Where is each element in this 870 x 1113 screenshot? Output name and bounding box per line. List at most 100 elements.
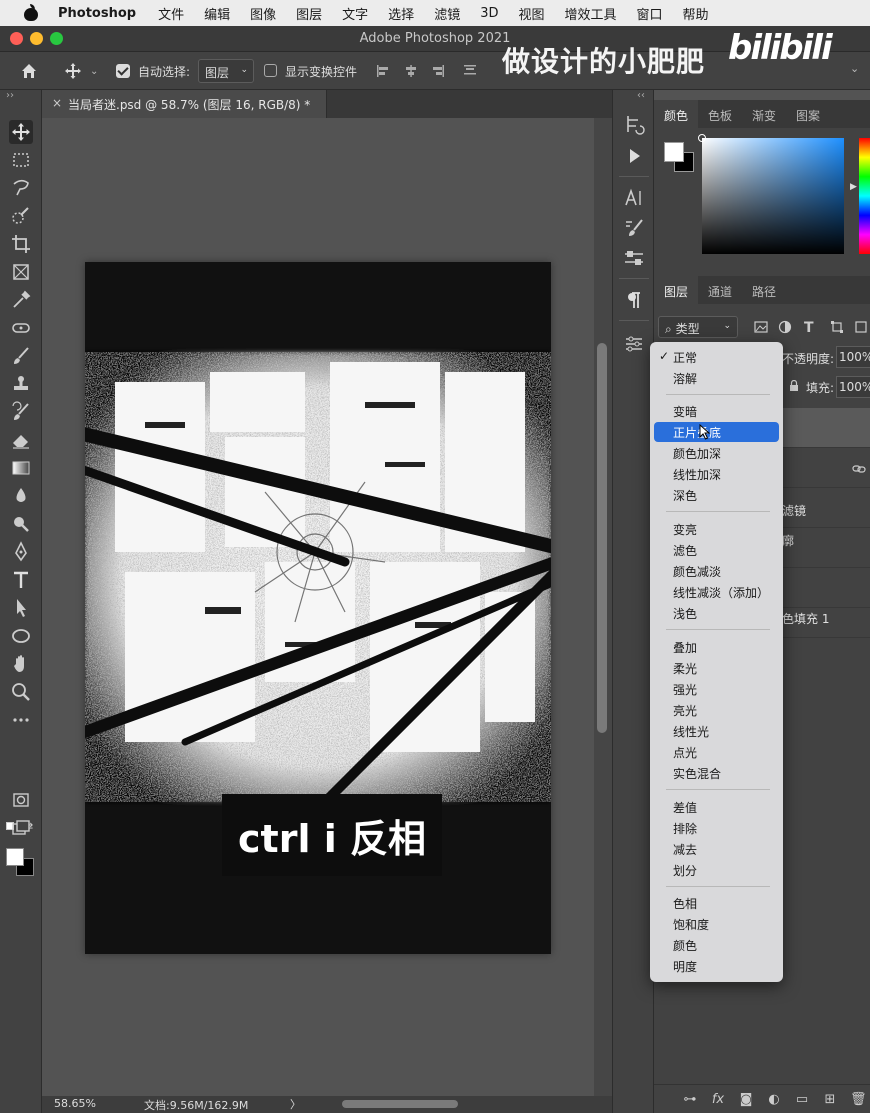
auto-select-target-select[interactable]: 图层 ⌄ xyxy=(198,59,254,83)
align-top-icon[interactable] xyxy=(463,64,477,78)
filter-pixel-icon[interactable] xyxy=(754,320,768,334)
color-picker-field[interactable] xyxy=(698,134,844,254)
canvas-area[interactable]: ctrl i 反相 xyxy=(42,118,594,1096)
filter-shape-icon[interactable] xyxy=(830,320,844,334)
color-picker-cursor[interactable] xyxy=(698,134,706,142)
blend-mode-lighter-color[interactable]: 浅色 xyxy=(654,603,779,623)
blend-mode-luminosity[interactable]: 明度 xyxy=(654,956,779,976)
lasso-tool-icon[interactable] xyxy=(9,176,33,200)
menu-help[interactable]: 帮助 xyxy=(683,4,709,23)
horizontal-scrollbar-thumb[interactable] xyxy=(342,1100,458,1108)
blur-tool-icon[interactable] xyxy=(9,484,33,508)
vertical-scrollbar[interactable] xyxy=(594,118,612,1096)
hue-slider-arrow-icon[interactable]: ▶ xyxy=(850,182,857,192)
path-selection-tool-icon[interactable] xyxy=(9,596,33,620)
properties-panel-icon[interactable] xyxy=(622,332,646,356)
marquee-tool-icon[interactable] xyxy=(9,148,33,172)
character-panel-icon[interactable] xyxy=(622,186,646,210)
move-tool-icon[interactable] xyxy=(9,120,33,144)
menu-file[interactable]: 文件 xyxy=(158,4,184,23)
link-layers-icon[interactable]: ⊶ xyxy=(682,1092,698,1108)
vertical-scrollbar-thumb[interactable] xyxy=(597,343,607,733)
tool-presets-icon[interactable] xyxy=(622,246,646,270)
new-layer-icon[interactable]: ⊞ xyxy=(822,1092,838,1108)
blend-mode-linear-burn[interactable]: 线性加深 xyxy=(654,464,779,484)
blend-mode-hard-light[interactable]: 强光 xyxy=(654,679,779,699)
zoom-tool-icon[interactable] xyxy=(9,680,33,704)
artboard[interactable]: ctrl i 反相 xyxy=(85,262,551,954)
blend-mode-overlay[interactable]: 叠加 xyxy=(654,637,779,657)
filter-type-icon[interactable]: T xyxy=(804,320,818,336)
menu-layer[interactable]: 图层 xyxy=(296,4,322,23)
close-tab-icon[interactable]: × xyxy=(52,96,62,110)
menu-view[interactable]: 视图 xyxy=(518,4,544,23)
blend-mode-darker-color[interactable]: 深色 xyxy=(654,485,779,505)
type-tool-icon[interactable] xyxy=(9,568,33,592)
adjustment-layer-icon[interactable]: ◐ xyxy=(766,1092,782,1108)
blend-mode-linear-dodge[interactable]: 线性减淡（添加） xyxy=(654,582,779,602)
gradient-tool-icon[interactable] xyxy=(9,456,33,480)
auto-select-checkbox[interactable] xyxy=(116,64,130,78)
blend-mode-divide[interactable]: 划分 xyxy=(654,860,779,880)
home-icon[interactable] xyxy=(20,62,38,80)
blend-mode-multiply[interactable]: 正片叠底 xyxy=(654,422,779,442)
tab-layers[interactable]: 图层 xyxy=(654,276,699,304)
blend-mode-linear-light[interactable]: 线性光 xyxy=(654,721,779,741)
blend-mode-color[interactable]: 颜色 xyxy=(654,935,779,955)
fill-input[interactable]: 100% xyxy=(836,376,870,398)
brush-tool-icon[interactable] xyxy=(9,344,33,368)
blend-mode-vivid-light[interactable]: 亮光 xyxy=(654,700,779,720)
blend-mode-hard-mix[interactable]: 实色混合 xyxy=(654,763,779,783)
blend-mode-pin-light[interactable]: 点光 xyxy=(654,742,779,762)
history-panel-icon[interactable] xyxy=(622,112,646,136)
new-group-icon[interactable]: ▭ xyxy=(794,1092,810,1108)
menu-type[interactable]: 文字 xyxy=(342,4,368,23)
filter-adjustment-icon[interactable] xyxy=(778,320,792,334)
tab-paths[interactable]: 路径 xyxy=(742,276,786,304)
show-transform-checkbox[interactable] xyxy=(264,64,277,77)
eyedropper-tool-icon[interactable] xyxy=(9,288,33,312)
dodge-tool-icon[interactable] xyxy=(9,512,33,536)
collapse-panel-icon[interactable]: ›› xyxy=(6,90,14,101)
blend-mode-color-dodge[interactable]: 颜色减淡 xyxy=(654,561,779,581)
tab-gradients[interactable]: 渐变 xyxy=(742,100,786,128)
blend-mode-hue[interactable]: 色相 xyxy=(654,893,779,913)
blend-mode-darken[interactable]: 变暗 xyxy=(654,401,779,421)
blend-mode-exclusion[interactable]: 排除 xyxy=(654,818,779,838)
blend-mode-saturation[interactable]: 饱和度 xyxy=(654,914,779,934)
color-panel-foreground-swatch[interactable] xyxy=(664,142,684,162)
tab-color[interactable]: 颜色 xyxy=(654,100,699,128)
tab-patterns[interactable]: 图案 xyxy=(786,100,830,128)
quick-mask-icon[interactable] xyxy=(9,788,33,812)
menu-window[interactable]: 窗口 xyxy=(637,4,663,23)
tab-swatches[interactable]: 色板 xyxy=(698,100,742,128)
menu-3d[interactable]: 3D xyxy=(480,6,498,21)
eraser-tool-icon[interactable] xyxy=(9,428,33,452)
pen-tool-icon[interactable] xyxy=(9,540,33,564)
history-brush-tool-icon[interactable] xyxy=(9,400,33,424)
crop-tool-icon[interactable] xyxy=(9,232,33,256)
menu-plugins[interactable]: 增效工具 xyxy=(565,4,617,23)
tab-channels[interactable]: 通道 xyxy=(698,276,742,304)
move-tool-preset-icon[interactable] xyxy=(64,62,82,80)
blend-mode-screen[interactable]: 滤色 xyxy=(654,540,779,560)
more-tools-icon[interactable] xyxy=(9,708,33,732)
menu-image[interactable]: 图像 xyxy=(250,4,276,23)
hand-tool-icon[interactable] xyxy=(9,652,33,676)
document-tab[interactable]: × 当局者迷.psd @ 58.7% (图层 16, RGB/8) * xyxy=(42,90,327,118)
filter-smart-object-icon[interactable] xyxy=(854,320,868,334)
lock-icon[interactable] xyxy=(788,380,800,392)
app-menu[interactable]: Photoshop xyxy=(58,6,136,21)
blend-mode-lighten[interactable]: 变亮 xyxy=(654,519,779,539)
blend-mode-soft-light[interactable]: 柔光 xyxy=(654,658,779,678)
frame-tool-icon[interactable] xyxy=(9,260,33,284)
link-icon[interactable] xyxy=(852,462,866,476)
screen-mode-icon[interactable] xyxy=(9,816,33,840)
blend-mode-color-burn[interactable]: 颜色加深 xyxy=(654,443,779,463)
blend-mode-dissolve[interactable]: 溶解 xyxy=(654,368,779,388)
apple-menu-icon[interactable] xyxy=(22,4,40,22)
add-mask-icon[interactable]: ◙ xyxy=(738,1092,754,1108)
paragraph-panel-icon[interactable] xyxy=(622,288,646,312)
blend-mode-subtract[interactable]: 减去 xyxy=(654,839,779,859)
foreground-color-swatch[interactable] xyxy=(6,848,24,866)
